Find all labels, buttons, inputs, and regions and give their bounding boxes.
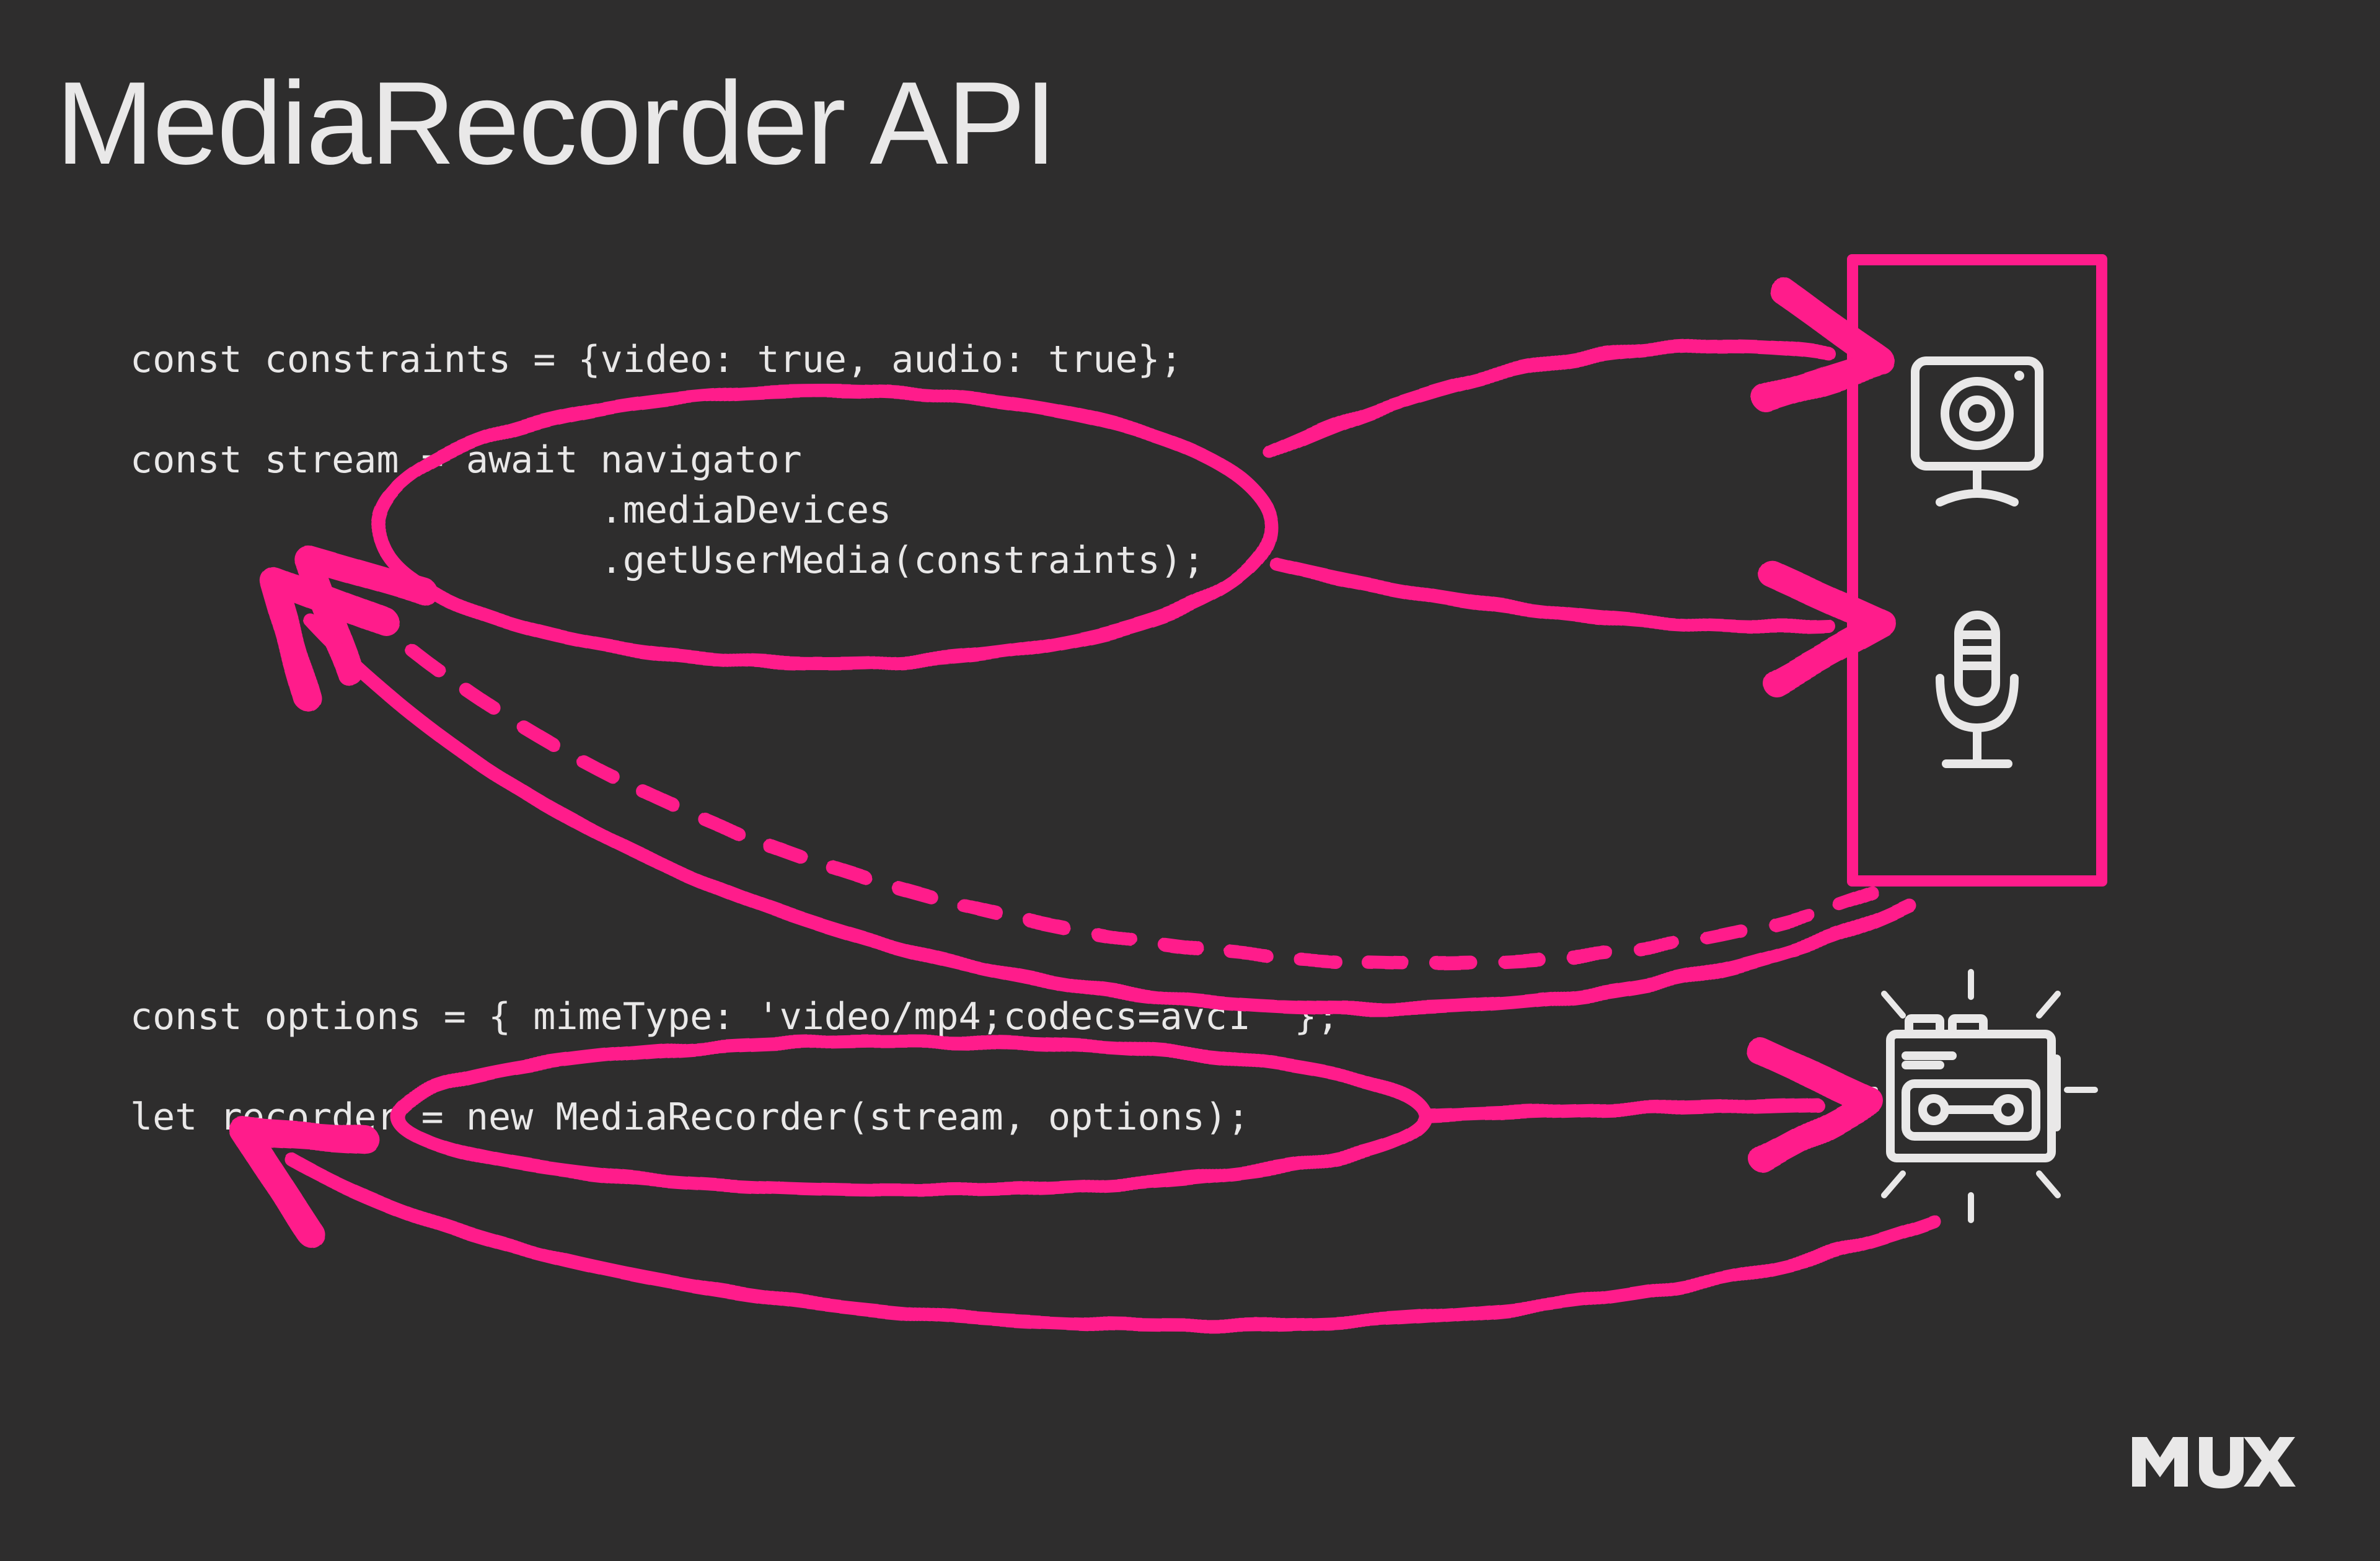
slide: MediaRecorder API const constraints = {v…	[0, 0, 2380, 1561]
media-devices-box	[1847, 254, 2107, 887]
code-block-getusermedia: const constraints = {video: true, audio:…	[130, 335, 1205, 586]
annotation-arrow-to-webcam	[1271, 346, 1828, 453]
annotation-arrow-to-mic	[1277, 564, 1828, 627]
code-block-mediarecorder: const options = { mimeType: 'video/mp4;c…	[130, 992, 1339, 1143]
webcam-icon	[1903, 348, 2052, 513]
microphone-icon	[1915, 604, 2039, 793]
annotation-arrow-return-stream-solid	[310, 620, 1909, 1009]
annotation-arrow-to-recorder	[1426, 1103, 1816, 1116]
tape-recorder-icon	[1828, 966, 2113, 1229]
mux-logo	[2126, 1428, 2299, 1499]
slide-title: MediaRecorder API	[56, 56, 1056, 191]
annotation-arrow-return-recorder	[291, 1159, 1934, 1325]
tape-recorder-wrap	[1828, 967, 2113, 1227]
annotation-arrow-return-stream	[347, 595, 1872, 963]
